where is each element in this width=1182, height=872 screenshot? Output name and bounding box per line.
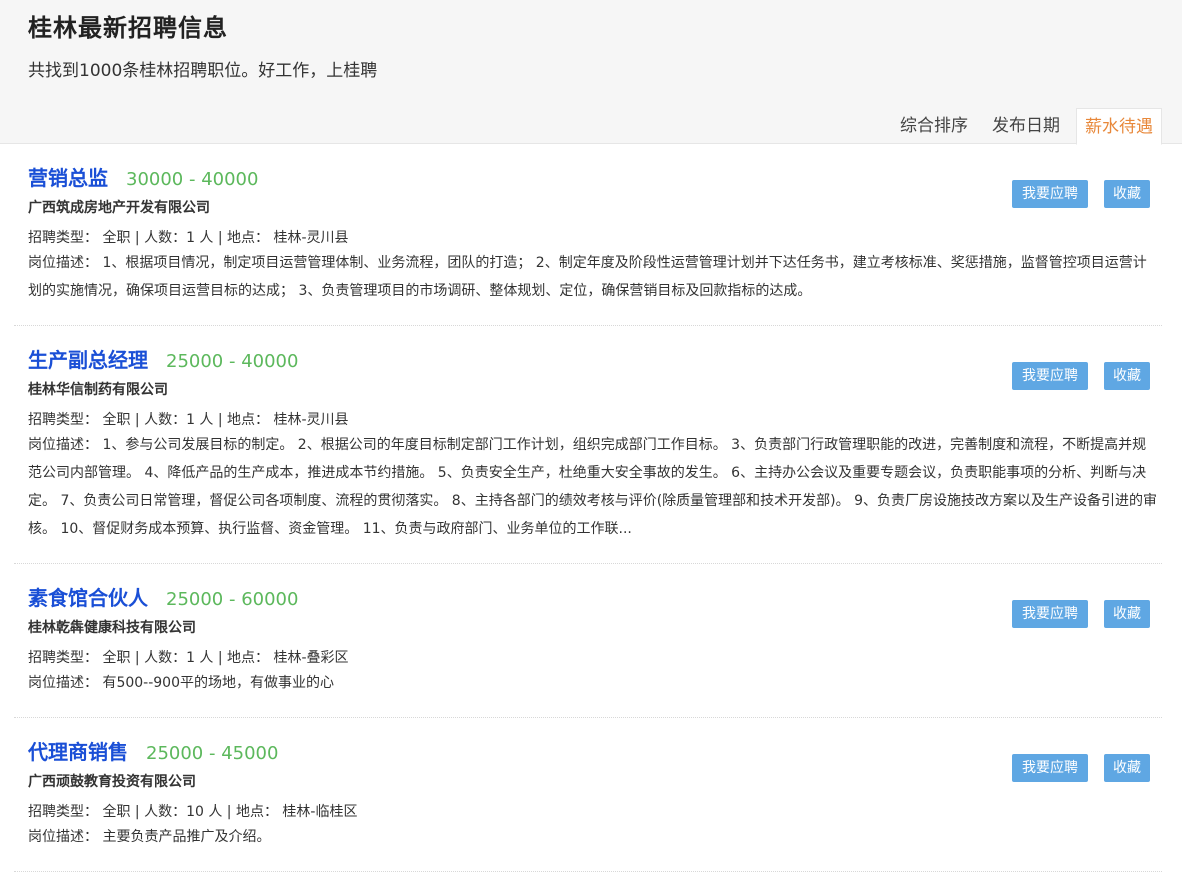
job-meta: 招聘类型： 全职 | 人数：1 人 | 地点： 桂林-叠彩区 <box>28 650 349 666</box>
apply-button[interactable]: 我要应聘 <box>1012 180 1088 208</box>
company-name: 桂林华信制药有限公司 <box>28 382 168 398</box>
apply-button[interactable]: 我要应聘 <box>1012 600 1088 628</box>
job-actions: 我要应聘 收藏 <box>1012 754 1150 782</box>
favorite-button[interactable]: 收藏 <box>1104 180 1150 208</box>
job-salary: 25000 - 40000 <box>166 351 299 372</box>
favorite-button[interactable]: 收藏 <box>1104 362 1150 390</box>
job-list: 营销总监 30000 - 40000 广西筑成房地产开发有限公司 招聘类型： 全… <box>0 144 1182 872</box>
sort-tab-composite[interactable]: 综合排序 <box>892 108 976 144</box>
job-item: 营销总监 30000 - 40000 广西筑成房地产开发有限公司 招聘类型： 全… <box>14 144 1162 326</box>
job-description: 岗位描述： 主要负责产品推广及介绍。 <box>28 829 271 845</box>
job-salary: 30000 - 40000 <box>126 169 259 190</box>
job-meta: 招聘类型： 全职 | 人数：1 人 | 地点： 桂林-灵川县 <box>28 230 349 246</box>
job-meta: 招聘类型： 全职 | 人数：10 人 | 地点： 桂林-临桂区 <box>28 804 358 820</box>
job-title-link[interactable]: 素食馆合伙人 <box>28 582 148 611</box>
job-head: 代理商销售 25000 - 45000 <box>28 736 1162 765</box>
favorite-button[interactable]: 收藏 <box>1104 600 1150 628</box>
company-name: 桂林乾犇健康科技有限公司 <box>28 620 196 636</box>
job-head: 营销总监 30000 - 40000 <box>28 162 1162 191</box>
job-actions: 我要应聘 收藏 <box>1012 600 1150 628</box>
apply-button[interactable]: 我要应聘 <box>1012 362 1088 390</box>
page-subtitle: 共找到1000条桂林招聘职位。好工作，上桂聘 <box>28 61 378 81</box>
company-name: 广西筑成房地产开发有限公司 <box>28 200 210 216</box>
job-actions: 我要应聘 收藏 <box>1012 180 1150 208</box>
favorite-button[interactable]: 收藏 <box>1104 754 1150 782</box>
job-head: 生产副总经理 25000 - 40000 <box>28 344 1162 373</box>
job-description: 岗位描述： 1、根据项目情况，制定项目运营管理体制、业务流程，团队的打造； 2、… <box>28 255 1147 299</box>
job-actions: 我要应聘 收藏 <box>1012 362 1150 390</box>
job-item: 生产副总经理 25000 - 40000 桂林华信制药有限公司 招聘类型： 全职… <box>14 326 1162 564</box>
apply-button[interactable]: 我要应聘 <box>1012 754 1088 782</box>
sort-tab-publish-date[interactable]: 发布日期 <box>984 108 1068 144</box>
job-title-link[interactable]: 生产副总经理 <box>28 344 148 373</box>
job-title-link[interactable]: 代理商销售 <box>28 736 128 765</box>
company-name: 广西顽鼓教育投资有限公司 <box>28 774 196 790</box>
job-meta: 招聘类型： 全职 | 人数：1 人 | 地点： 桂林-灵川县 <box>28 412 349 428</box>
job-description: 岗位描述： 1、参与公司发展目标的制定。 2、根据公司的年度目标制定部门工作计划… <box>28 437 1157 537</box>
sort-tab-salary[interactable]: 薪水待遇 <box>1076 108 1162 145</box>
job-item: 代理商销售 25000 - 45000 广西顽鼓教育投资有限公司 招聘类型： 全… <box>14 718 1162 872</box>
job-salary: 25000 - 45000 <box>146 743 279 764</box>
job-title-link[interactable]: 营销总监 <box>28 162 108 191</box>
sort-tabs: 综合排序 发布日期 薪水待遇 <box>884 108 1162 145</box>
job-item: 素食馆合伙人 25000 - 60000 桂林乾犇健康科技有限公司 招聘类型： … <box>14 564 1162 718</box>
page-header: 桂林最新招聘信息 共找到1000条桂林招聘职位。好工作，上桂聘 综合排序 发布日… <box>0 0 1182 145</box>
job-description: 岗位描述： 有500--900平的场地，有做事业的心 <box>28 675 334 691</box>
job-salary: 25000 - 60000 <box>166 589 299 610</box>
page-title: 桂林最新招聘信息 <box>28 14 228 42</box>
job-head: 素食馆合伙人 25000 - 60000 <box>28 582 1162 611</box>
